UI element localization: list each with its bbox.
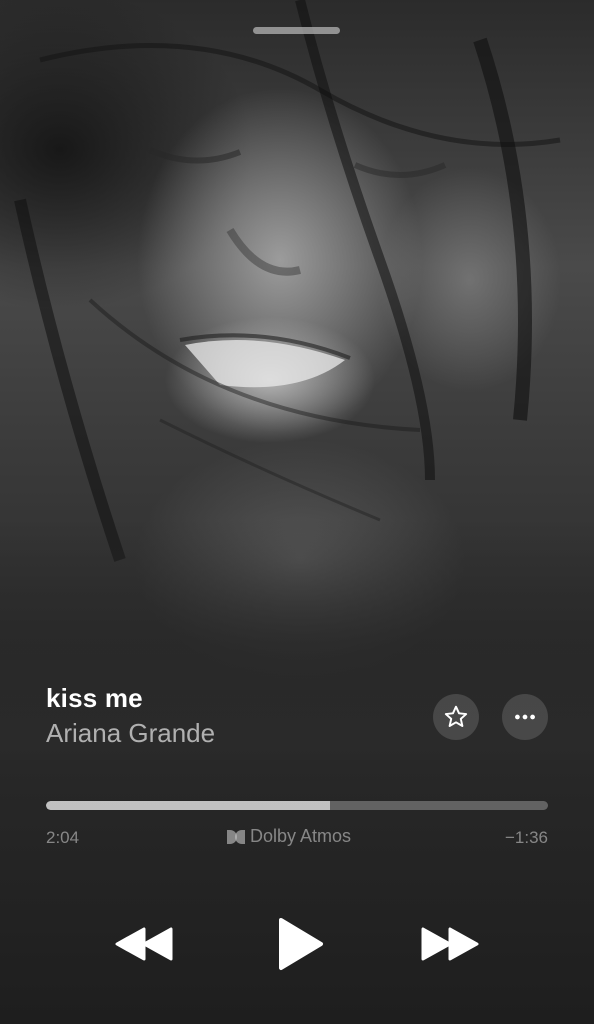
- play-icon: [279, 918, 323, 970]
- audio-format-badge: Dolby Atmos: [226, 826, 351, 847]
- artwork-fade: [0, 520, 594, 800]
- now-playing-screen: kiss me Ariana Grande 2:04 Dolby Atmos −…: [0, 0, 594, 1024]
- track-artist[interactable]: Ariana Grande: [46, 718, 215, 749]
- more-options-button[interactable]: [502, 694, 548, 740]
- dolby-icon: [227, 829, 245, 844]
- playback-progress-fill: [46, 801, 330, 810]
- play-button[interactable]: [270, 914, 330, 974]
- star-icon: [444, 705, 468, 727]
- elapsed-time: 2:04: [46, 828, 80, 847]
- ellipsis-icon: [515, 714, 535, 720]
- audio-format-label: Dolby Atmos: [250, 826, 352, 846]
- playback-scrubber[interactable]: [46, 801, 548, 810]
- controls-background: [0, 760, 594, 1024]
- previous-track-button[interactable]: [112, 922, 176, 966]
- track-title: kiss me: [46, 683, 143, 713]
- rewind-icon: [115, 927, 173, 961]
- sheet-grabber[interactable]: [253, 27, 340, 34]
- fast-forward-icon: [421, 927, 479, 961]
- remaining-time: −1:36: [504, 828, 548, 847]
- next-track-button[interactable]: [418, 922, 482, 966]
- favorite-button[interactable]: [433, 694, 479, 740]
